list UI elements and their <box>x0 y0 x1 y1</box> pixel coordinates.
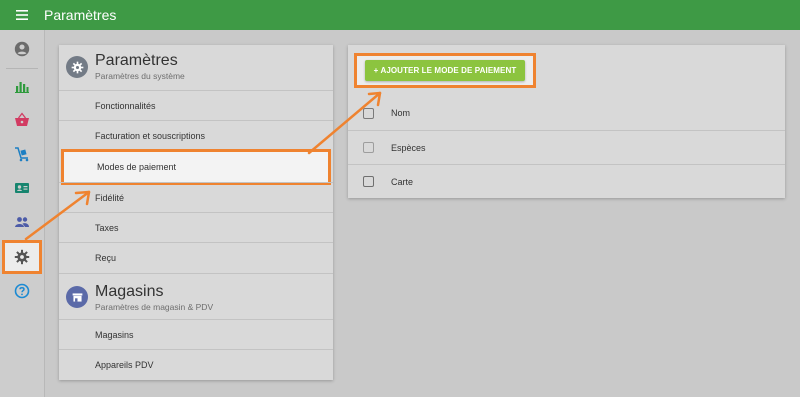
customers-card-icon[interactable] <box>0 172 44 204</box>
settings-section-icon <box>66 56 88 78</box>
add-button-highlight: + AJOUTER LE MODE DE PAIEMENT <box>354 53 536 88</box>
menu-item-taxes[interactable]: Taxes <box>59 212 333 243</box>
table-row[interactable]: Carte <box>348 164 785 198</box>
table-row[interactable]: Espèces <box>348 130 785 164</box>
column-header-name[interactable]: Nom <box>391 108 410 118</box>
menu-item-billing[interactable]: Facturation et souscriptions <box>59 120 333 151</box>
row-checkbox[interactable] <box>363 176 374 187</box>
employees-icon[interactable] <box>0 206 44 238</box>
add-payment-mode-button[interactable]: + AJOUTER LE MODE DE PAIEMENT <box>365 60 525 81</box>
menu-item-label: Fonctionnalités <box>95 101 156 111</box>
reports-icon[interactable] <box>0 70 44 102</box>
settings-section-subtitle: Paramètres du système <box>95 71 185 81</box>
menu-item-receipt[interactable]: Reçu <box>59 242 333 273</box>
account-icon[interactable] <box>0 33 44 65</box>
settings-menu-panel: Paramètres Paramètres du système Fonctio… <box>59 45 333 380</box>
stores-settings-header: Magasins Paramètres de magasin & PDV <box>59 273 333 318</box>
sales-basket-icon[interactable] <box>0 104 44 136</box>
table-header-row: Nom <box>348 96 785 130</box>
menu-item-stores[interactable]: Magasins <box>59 319 333 350</box>
menu-item-label: Facturation et souscriptions <box>95 131 206 141</box>
page-title: Paramètres <box>44 7 117 23</box>
stores-section-subtitle: Paramètres de magasin & PDV <box>95 302 214 312</box>
help-icon[interactable] <box>0 275 44 307</box>
menu-item-label: Fidélité <box>95 193 125 203</box>
menu-item-label: Appareils PDV <box>95 360 154 370</box>
settings-gear-icon[interactable] <box>2 240 42 274</box>
payment-mode-name: Espèces <box>391 142 426 153</box>
menu-item-features[interactable]: Fonctionnalités <box>59 90 333 121</box>
store-section-icon <box>66 286 88 308</box>
menu-item-payment-modes[interactable]: Modes de paiement <box>61 149 331 185</box>
menu-item-loyalty[interactable]: Fidélité <box>59 182 333 213</box>
row-checkbox[interactable] <box>363 142 374 153</box>
hamburger-menu-icon[interactable] <box>0 0 44 30</box>
menu-item-label: Magasins <box>95 330 134 340</box>
settings-section-title: Paramètres <box>95 52 178 69</box>
menu-item-label: Reçu <box>95 253 117 263</box>
payment-mode-name: Carte <box>391 176 414 187</box>
top-app-bar: Paramètres <box>0 0 800 30</box>
inventory-cart-icon[interactable] <box>0 138 44 170</box>
menu-item-label: Taxes <box>95 223 119 233</box>
menu-item-pos-devices[interactable]: Appareils PDV <box>59 349 333 380</box>
stores-section-title: Magasins <box>95 283 164 300</box>
select-all-checkbox[interactable] <box>363 107 374 119</box>
menu-item-label: Modes de paiement <box>97 162 177 172</box>
side-navigation <box>0 30 45 397</box>
system-settings-header: Paramètres Paramètres du système <box>59 45 333 90</box>
